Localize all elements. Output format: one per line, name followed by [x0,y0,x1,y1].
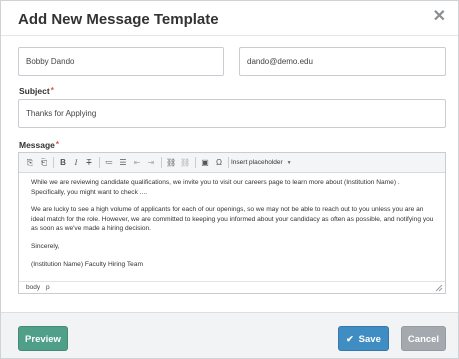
check-icon: ✔ [346,334,354,344]
message-paragraph: While we are reviewing candidate qualifi… [31,179,400,196]
required-marker: * [55,140,60,149]
bold-icon[interactable]: B [58,157,68,168]
preview-button[interactable]: Preview [18,326,68,351]
save-button[interactable]: ✔ Save [338,326,389,351]
message-label: Message* [19,140,59,150]
toolbar-separator [228,157,229,168]
toolbar-separator [161,157,162,168]
bulleted-list-icon[interactable]: ☰ [118,157,128,168]
element-path-item[interactable]: body [26,284,40,291]
editor-toolbar: ⎘ ⎗ B I T ≔ ☰ ⇤ ⇥ ⛓ ⛓ ▣ Ω Insert placeho… [19,153,445,173]
indent-icon[interactable]: ⇥ [146,157,156,168]
message-paragraph: We are lucky to see a high volume of app… [31,206,434,233]
chevron-down-icon: ▼ [286,160,292,166]
paste-text-icon[interactable]: ⎗ [39,157,49,168]
from-email-field[interactable]: dando@demo.edu [239,47,446,76]
dialog-title: Add New Message Template [18,11,219,28]
resize-handle-icon[interactable] [435,284,443,292]
close-icon[interactable]: ✕ [433,9,446,25]
dialog-footer: Preview ✔ Save Cancel [1,312,458,358]
message-paragraph: Sincerely, [31,242,60,250]
special-char-icon[interactable]: Ω [214,157,224,168]
required-marker: * [50,86,54,95]
save-label: Save [358,334,381,345]
from-name-field[interactable]: Bobby Dando [18,47,224,76]
unlink-icon[interactable]: ⛓ [180,157,190,168]
subject-label: Subject* [19,86,54,96]
message-label-text: Message [19,140,55,150]
subject-input[interactable]: Thanks for Applying [18,99,446,128]
italic-icon[interactable]: I [71,157,81,168]
editor-statusbar: body p [19,281,445,293]
insert-placeholder-dropdown[interactable]: Insert placeholder ▼ [231,157,292,169]
cancel-button[interactable]: Cancel [401,326,446,351]
message-editor[interactable]: ⎘ ⎗ B I T ≔ ☰ ⇤ ⇥ ⛓ ⛓ ▣ Ω Insert placeho… [18,152,446,294]
element-path-item[interactable]: p [46,284,50,291]
editor-content[interactable]: While we are reviewing candidate qualifi… [31,178,435,277]
message-paragraph: (Institution Name) Faculty Hiring Team [31,260,144,268]
message-template-dialog: Add New Message Template ✕ Bobby Dando d… [0,0,459,359]
toolbar-separator [99,157,100,168]
toolbar-separator [53,157,54,168]
header-divider [1,35,458,36]
outdent-icon[interactable]: ⇤ [132,157,142,168]
remove-format-icon[interactable]: T [84,157,94,168]
numbered-list-icon[interactable]: ≔ [104,157,114,168]
toolbar-separator [195,157,196,168]
paste-icon[interactable]: ⎘ [25,157,35,168]
link-icon[interactable]: ⛓ [166,157,176,168]
image-icon[interactable]: ▣ [200,157,210,168]
insert-placeholder-label: Insert placeholder [231,159,283,166]
subject-label-text: Subject [19,86,50,96]
